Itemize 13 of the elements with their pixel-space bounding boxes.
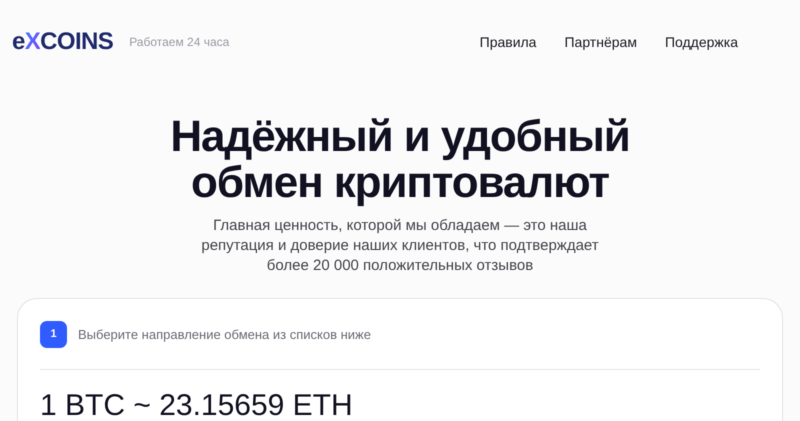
tagline: Работаем 24 часа bbox=[129, 34, 230, 51]
hero-heading: обмен криптовалют bbox=[191, 160, 609, 206]
step-instruction: Выберите направление обмена из списков ниже bbox=[78, 326, 371, 344]
hero-description: Главная ценность, которой мы обладаем — это наша bbox=[213, 216, 587, 236]
hero-heading: Надёжный и удобный bbox=[170, 114, 630, 160]
hero-description: более 20 000 положительных отзывов bbox=[266, 256, 534, 276]
nav-link[interactable]: Правила bbox=[480, 32, 536, 52]
logo[interactable]: eXCOINS bbox=[12, 30, 114, 54]
nav-link[interactable]: Партнёрам bbox=[564, 32, 637, 52]
step-number: 1 bbox=[40, 321, 67, 348]
nav-link[interactable]: Поддержка bbox=[664, 32, 738, 52]
hero-description: репутация и доверие наших клиентов, что подтверждает bbox=[201, 236, 599, 256]
exchange-rate: 1 BTC ~ 23.15659 ETH bbox=[40, 388, 354, 421]
